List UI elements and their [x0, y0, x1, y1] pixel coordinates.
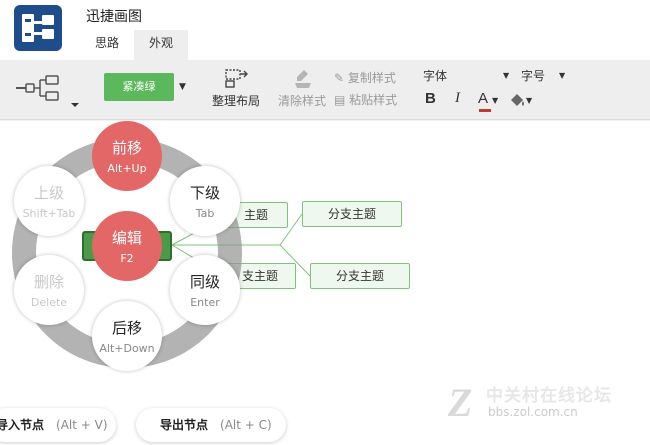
- export-node-label: 导出节点: [160, 418, 209, 432]
- move-forward-shortcut: Alt+Up: [107, 162, 147, 175]
- theme-dropdown-caret-icon[interactable]: ▼: [179, 82, 186, 92]
- delete-node-shortcut: Delete: [30, 296, 68, 309]
- italic-button[interactable]: I: [455, 90, 460, 107]
- font-color-caret-icon[interactable]: ▼: [492, 96, 498, 105]
- import-node-button[interactable]: 导入节点 (Alt + V): [0, 408, 116, 442]
- tab-appearance[interactable]: 外观: [134, 30, 188, 60]
- copy-style-icon: ✎: [334, 71, 345, 85]
- app-title: 迅捷画图: [86, 9, 142, 25]
- delete-node-label: 删除: [33, 273, 64, 291]
- app-logo-icon: [14, 5, 62, 51]
- tab-idea[interactable]: 思路: [82, 30, 132, 60]
- clear-style-button[interactable]: 清除样式: [276, 92, 328, 109]
- font-color-swatch: [479, 109, 491, 112]
- title-bar: 迅捷画图 思路 外观: [0, 0, 650, 60]
- arrange-layout-icon: [225, 69, 248, 88]
- add-child-shortcut: Tab: [195, 207, 215, 220]
- add-child-label: 下级: [189, 184, 220, 202]
- font-family-caret-icon[interactable]: ▼: [503, 71, 509, 80]
- add-sibling-label: 同级: [189, 273, 220, 291]
- import-node-shortcut: (Alt + V): [56, 418, 108, 432]
- mindmap-layout-icon: [16, 75, 79, 107]
- watermark-logo-icon: Z: [448, 380, 473, 425]
- add-child-button[interactable]: 下级 Tab: [170, 166, 240, 236]
- edit-node-label: 编辑: [111, 229, 142, 247]
- bold-button[interactable]: B: [425, 90, 436, 107]
- branch-topic-node[interactable]: 分支主题: [310, 263, 410, 289]
- layout-structure-button[interactable]: [16, 75, 80, 111]
- move-forward-button[interactable]: 前移 Alt+Up: [92, 121, 162, 191]
- add-parent-label: 上级: [33, 184, 64, 202]
- add-sibling-shortcut: Enter: [190, 296, 220, 309]
- import-node-label: 导入节点: [0, 418, 45, 432]
- export-node-button[interactable]: 导出节点 (Alt + C): [136, 408, 286, 442]
- font-size-select[interactable]: 字号: [521, 67, 545, 84]
- export-node-shortcut: (Alt + C): [220, 418, 272, 432]
- font-size-caret-icon[interactable]: ▼: [559, 71, 565, 80]
- paste-style-icon: ▤: [334, 93, 346, 107]
- edit-node-button[interactable]: 编辑 F2: [92, 211, 162, 281]
- arrange-layout-button[interactable]: 整理布局: [210, 92, 262, 109]
- move-back-shortcut: Alt+Down: [99, 342, 155, 355]
- clear-style-icon: [295, 70, 311, 88]
- font-family-select[interactable]: 字体: [423, 67, 447, 84]
- move-back-label: 后移: [111, 319, 142, 337]
- move-forward-label: 前移: [111, 139, 142, 157]
- paste-style-button[interactable]: ▤ 粘贴样式: [334, 91, 397, 108]
- branch-topic-node[interactable]: 分支主题: [302, 201, 402, 227]
- watermark-url: bbs.zol.com.cn: [488, 405, 578, 419]
- add-parent-shortcut: Shift+Tab: [22, 207, 76, 220]
- move-back-button[interactable]: 后移 Alt+Down: [92, 301, 162, 371]
- fill-color-icon[interactable]: [508, 91, 526, 109]
- add-parent-button[interactable]: 上级 Shift+Tab: [14, 166, 84, 236]
- delete-node-button[interactable]: 删除 Delete: [14, 255, 84, 325]
- watermark: Z 中关村在线论坛 bbs.zol.com.cn: [448, 377, 638, 433]
- toolbar: 紧凑绿 ▼ 整理布局 清除样式 ✎ 复制样式 ▤ 粘贴样式 字体 ▼ 字号 ▼ …: [0, 60, 650, 120]
- copy-style-button[interactable]: ✎ 复制样式: [334, 69, 396, 86]
- font-color-button[interactable]: A: [478, 90, 488, 107]
- copy-style-label: 复制样式: [347, 71, 396, 85]
- mindmap-canvas[interactable]: 主题 分支主题 支主题 分支主题 前移 Alt+Up 下级 Tab 同级 Ent…: [0, 121, 650, 445]
- edit-node-shortcut: F2: [120, 252, 134, 265]
- app-window: 迅捷画图 思路 外观 紧凑绿 ▼ 整理布局 清除样式 ✎ 复制样式 ▤ 粘贴样式…: [0, 0, 650, 445]
- fill-color-caret-icon[interactable]: ▼: [526, 96, 532, 105]
- add-sibling-button[interactable]: 同级 Enter: [170, 255, 240, 325]
- watermark-title: 中关村在线论坛: [486, 386, 612, 406]
- theme-select-button[interactable]: 紧凑绿: [104, 73, 174, 101]
- paste-style-label: 粘贴样式: [349, 93, 398, 107]
